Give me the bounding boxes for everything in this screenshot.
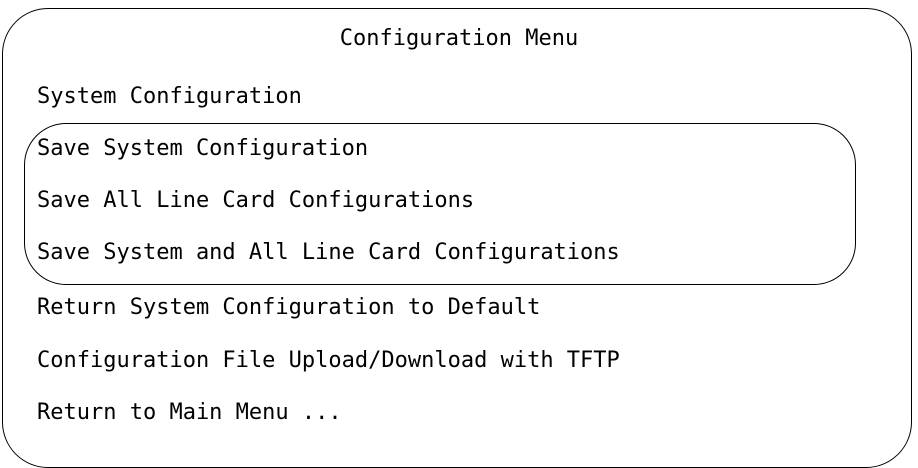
menu-item-save-system-configuration[interactable]: Save System Configuration xyxy=(37,134,368,164)
menu-item-save-all-line-card-configurations[interactable]: Save All Line Card Configurations xyxy=(37,186,474,216)
menu-item-save-system-and-all-line-card-configurations[interactable]: Save System and All Line Card Configurat… xyxy=(37,238,620,268)
menu-item-return-system-configuration-to-default[interactable]: Return System Configuration to Default xyxy=(37,293,540,323)
menu-title: Configuration Menu xyxy=(339,26,579,51)
menu-item-return-to-main-menu[interactable]: Return to Main Menu ... xyxy=(37,398,342,428)
menu-item-configuration-file-upload-download-tftp[interactable]: Configuration File Upload/Download with … xyxy=(37,346,620,376)
menu-item-system-configuration[interactable]: System Configuration xyxy=(37,82,302,112)
